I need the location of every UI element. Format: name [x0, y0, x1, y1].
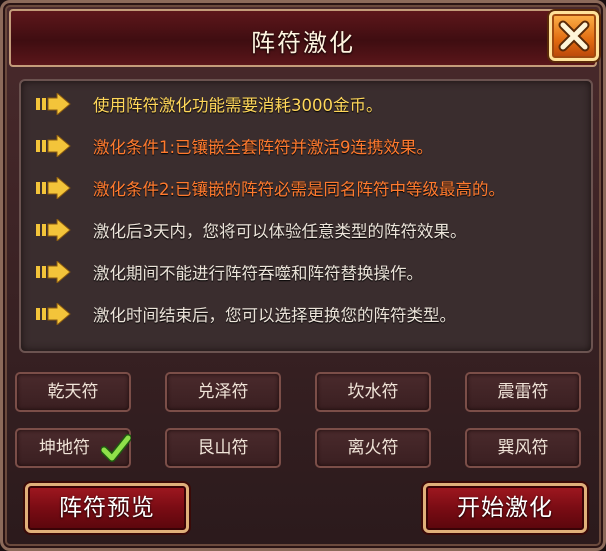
info-text: 激化期间不能进行阵符吞噬和阵符替换操作。: [93, 264, 423, 283]
rune-label: 坤地符: [39, 438, 90, 458]
rune-preview-button[interactable]: 阵符预览: [25, 483, 189, 533]
rune-li-button[interactable]: 离火符: [315, 428, 431, 468]
info-text: 激化时间结束后，您可以选择更换您的阵符类型。: [93, 306, 456, 325]
info-line: 激化时间结束后，您可以选择更换您的阵符类型。: [35, 299, 456, 329]
rune-qian-button[interactable]: 乾天符: [15, 372, 131, 412]
info-text: 激化条件1:已镶嵌全套阵符并激活9连携效果。: [93, 138, 434, 157]
info-line: 激化条件2:已镶嵌的阵符必需是同名阵符中等级最高的。: [35, 173, 505, 203]
rune-dui-button[interactable]: 兑泽符: [165, 372, 281, 412]
arrow-right-icon: [36, 303, 71, 325]
rune-xun-button[interactable]: 巽风符: [465, 428, 581, 468]
close-button[interactable]: [549, 11, 599, 61]
info-line: 使用阵符激化功能需要消耗3000金币。: [35, 89, 383, 119]
arrow-right-icon: [36, 93, 71, 115]
info-line: 激化期间不能进行阵符吞噬和阵符替换操作。: [35, 257, 423, 287]
rune-label: 坎水符: [347, 382, 399, 402]
close-x-icon: [558, 20, 590, 52]
rune-label: 震雷符: [497, 382, 549, 402]
dialog-title: 阵符激化: [251, 29, 355, 57]
rune-label: 乾天符: [47, 382, 99, 402]
info-panel: 使用阵符激化功能需要消耗3000金币。 激化条件1:已镶嵌全套阵符并激活9连携效…: [19, 79, 593, 353]
rune-kan-button[interactable]: 坎水符: [315, 372, 431, 412]
info-text: 激化后3天内，您将可以体验任意类型的阵符效果。: [93, 222, 467, 241]
info-text: 激化条件2:已镶嵌的阵符必需是同名阵符中等级最高的。: [93, 180, 506, 199]
start-activation-label: 开始激化: [457, 495, 553, 521]
rune-kun-button[interactable]: 坤地符: [15, 428, 131, 468]
arrow-right-icon: [36, 261, 71, 283]
start-activation-button[interactable]: 开始激化: [423, 483, 587, 533]
arrow-right-icon: [36, 219, 71, 241]
arrow-right-icon: [36, 135, 71, 157]
info-line: 激化条件1:已镶嵌全套阵符并激活9连携效果。: [35, 131, 433, 161]
rune-label: 兑泽符: [197, 382, 249, 402]
info-line: 激化后3天内，您将可以体验任意类型的阵符效果。: [35, 215, 467, 245]
rune-zhen-button[interactable]: 震雷符: [465, 372, 581, 412]
rune-activation-dialog: 阵符激化 使用阵符激化功能需要消耗3000金币。 激化条件1:已镶嵌全套阵符并激…: [0, 0, 606, 551]
rune-label: 离火符: [347, 438, 399, 458]
rune-label: 巽风符: [497, 438, 549, 458]
rune-preview-label: 阵符预览: [59, 495, 155, 521]
checkmark-icon: [101, 434, 131, 462]
title-bar: 阵符激化: [9, 9, 597, 67]
info-text: 使用阵符激化功能需要消耗3000金币。: [93, 96, 383, 115]
rune-label: 艮山符: [197, 438, 249, 458]
rune-gen-button[interactable]: 艮山符: [165, 428, 281, 468]
arrow-right-icon: [36, 177, 71, 199]
